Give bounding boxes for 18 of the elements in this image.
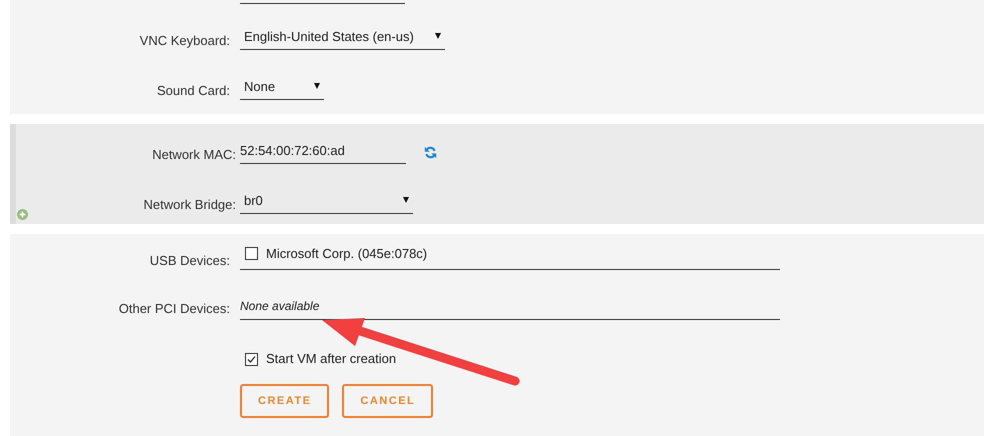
refresh-icon[interactable]	[424, 146, 437, 159]
checkbox-label: Start VM after creation	[266, 350, 396, 368]
select-field[interactable]: English-United States (en-us)	[240, 26, 445, 50]
select-field[interactable]: None	[240, 76, 324, 100]
field-label: USB Devices:	[148, 252, 231, 270]
checkbox[interactable]	[245, 352, 258, 366]
field-label: Other PCI Devices:	[118, 300, 231, 318]
mac-input[interactable]: 52:54:00:72:60:ad	[240, 140, 406, 164]
device-label: Microsoft Corp. (045e:078c)	[266, 244, 428, 263]
empty-message: None available	[240, 298, 320, 312]
field-label: Network Bridge:	[142, 196, 237, 214]
field-label: Sound Card:	[156, 82, 231, 100]
checkbox[interactable]	[245, 246, 258, 260]
caret-icon	[403, 197, 409, 204]
caret-icon	[314, 83, 320, 90]
field-label: VNC Keyboard:	[138, 32, 231, 50]
caret-icon	[435, 33, 441, 40]
select-field[interactable]: br0	[240, 190, 413, 214]
